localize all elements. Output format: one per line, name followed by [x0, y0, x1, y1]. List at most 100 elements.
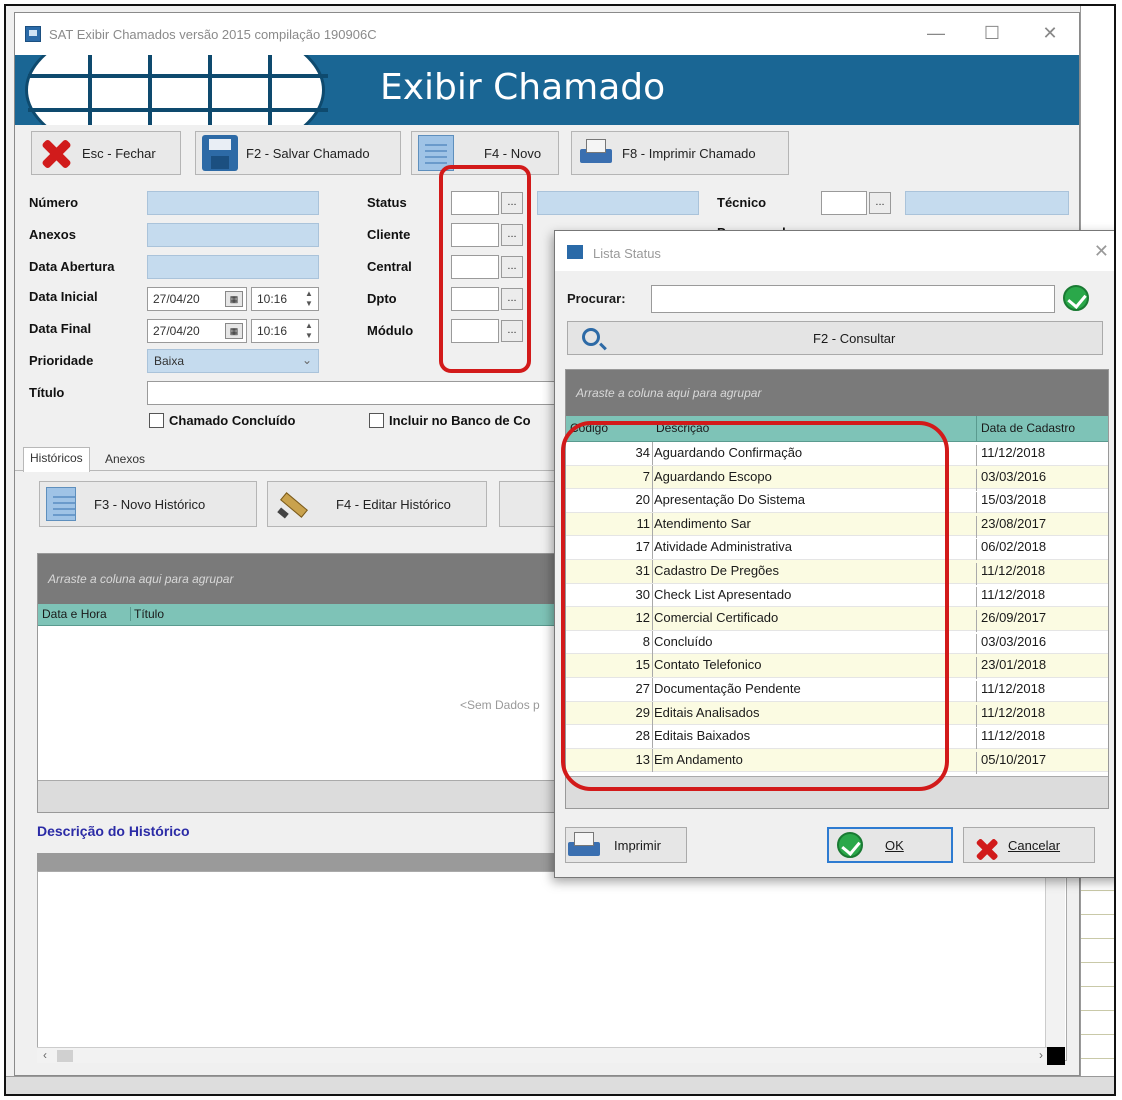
maximize-button[interactable]: ☐ — [977, 23, 1007, 44]
printer-icon — [578, 135, 614, 171]
close-window-button[interactable]: ✕ — [1035, 23, 1065, 44]
status-description-field — [537, 191, 699, 215]
status-date: 11/12/2018 — [976, 445, 1045, 467]
search-icon — [582, 328, 600, 346]
app-icon — [567, 245, 583, 259]
numero-label: Número — [29, 195, 79, 210]
background-grid-line — [1081, 1058, 1114, 1059]
col-title[interactable]: Título — [130, 607, 164, 621]
ok-button[interactable]: OK — [827, 827, 953, 863]
globe-logo-icon — [25, 55, 328, 125]
modulo-label: Módulo — [367, 323, 414, 338]
data-final-label: Data Final — [29, 321, 92, 336]
edit-history-label: F4 - Editar Histórico — [336, 496, 451, 512]
chamado-concluido-label: Chamado Concluído — [169, 413, 296, 428]
print-list-label: Imprimir — [614, 837, 661, 853]
status-date: 26/09/2017 — [976, 610, 1046, 633]
horizontal-scrollbar[interactable]: ‹ › — [37, 1047, 1049, 1063]
consult-button[interactable]: F2 - Consultar — [567, 321, 1103, 355]
status-date: 23/01/2018 — [976, 657, 1046, 680]
search-label: Procurar: — [567, 291, 626, 306]
cliente-label: Cliente — [367, 227, 411, 242]
calendar-icon[interactable]: ▦ — [225, 323, 243, 339]
print-button-label: F8 - Imprimir Chamado — [622, 145, 756, 161]
chamado-concluido-checkbox[interactable] — [149, 413, 164, 428]
anexos-field[interactable] — [147, 223, 319, 247]
chevron-right-icon: › — [1039, 1048, 1043, 1062]
close-x-icon — [38, 135, 74, 171]
col-datetime[interactable]: Data e Hora — [42, 607, 107, 621]
empty-message: <Sem Dados p — [460, 698, 540, 712]
status-label: Status — [367, 195, 407, 210]
background-grid-line — [1081, 938, 1114, 939]
status-date: 11/12/2018 — [976, 728, 1045, 751]
highlight-status-list — [561, 421, 949, 791]
status-date: 15/03/2018 — [976, 492, 1046, 515]
status-date: 11/12/2018 — [976, 562, 1045, 585]
spinner-icon[interactable]: ▲ ▼ — [303, 289, 315, 309]
anexos-label: Anexos — [29, 227, 76, 242]
data-abertura-field[interactable] — [147, 255, 319, 279]
background-grid-line — [1081, 890, 1114, 891]
cancel-button-label: Cancelar — [1008, 837, 1061, 853]
cancel-button[interactable]: Cancelar — [963, 827, 1095, 863]
tab-historicos[interactable]: Históricos — [23, 447, 90, 472]
history-extra-button[interactable] — [499, 481, 559, 527]
new-history-label: F3 - Novo Histórico — [94, 496, 206, 512]
prioridade-select[interactable]: Baixa ⌄ — [147, 349, 319, 373]
save-button[interactable]: F2 - Salvar Chamado — [195, 131, 401, 175]
consult-button-label: F2 - Consultar — [813, 331, 896, 346]
central-label: Central — [367, 259, 412, 274]
minimize-button[interactable]: — — [921, 23, 951, 44]
highlight-lookup-buttons — [439, 165, 531, 373]
dialog-title: Lista Status — [593, 246, 661, 261]
group-by-bar[interactable]: Arraste a coluna aqui para agrupar — [38, 554, 560, 604]
incluir-banco-checkbox[interactable] — [369, 413, 384, 428]
printer-icon — [574, 832, 600, 858]
app-icon — [25, 26, 41, 42]
group-by-bar[interactable]: Arraste a coluna aqui para agrupar — [566, 370, 1108, 416]
edit-pencil-icon — [274, 486, 310, 522]
background-grid-line — [1081, 986, 1114, 987]
edit-history-button[interactable]: F4 - Editar Histórico — [267, 481, 487, 527]
tab-anexos[interactable]: Anexos — [99, 449, 151, 469]
status-date: 23/08/2017 — [976, 515, 1046, 538]
save-disk-icon — [202, 135, 238, 171]
status-date: 03/03/2016 — [976, 633, 1046, 656]
search-confirm-icon[interactable] — [1063, 285, 1089, 311]
tecnico-code-input[interactable] — [821, 191, 867, 215]
background-grid-line — [1081, 962, 1114, 963]
spinner-icon[interactable]: ▲ ▼ — [303, 321, 315, 341]
cancel-x-icon — [973, 835, 993, 855]
search-input[interactable] — [651, 285, 1055, 313]
tecnico-description-field — [905, 191, 1069, 215]
status-date: 05/10/2017 — [976, 751, 1046, 774]
tecnico-lookup-button[interactable]: ... — [869, 192, 891, 214]
numero-field[interactable] — [147, 191, 319, 215]
ok-button-label: OK — [885, 837, 904, 853]
titulo-input[interactable] — [147, 381, 567, 405]
col-date[interactable]: Data de Cadastro — [976, 416, 1075, 442]
new-history-button[interactable]: F3 - Novo Histórico — [39, 481, 257, 527]
corner-square — [1047, 1047, 1065, 1065]
vertical-scrollbar[interactable]: ⌄ — [1045, 873, 1065, 1059]
page-title: Exibir Chamado — [380, 67, 666, 108]
close-button-label: Esc - Fechar — [82, 145, 156, 161]
lista-status-dialog: Lista Status ✕ Procurar: F2 - Consultar … — [554, 230, 1114, 878]
close-button[interactable]: Esc - Fechar — [31, 131, 181, 175]
status-date: 11/12/2018 — [976, 680, 1045, 703]
history-description-editor[interactable] — [37, 871, 1067, 1061]
print-list-button[interactable]: Imprimir — [565, 827, 687, 863]
print-button[interactable]: F8 - Imprimir Chamado — [571, 131, 789, 175]
history-grid-header: Data e Hora Título — [38, 604, 560, 626]
dpto-label: Dpto — [367, 291, 397, 306]
titulo-label: Título — [29, 385, 65, 400]
calendar-icon[interactable]: ▦ — [225, 291, 243, 307]
window-title: SAT Exibir Chamados versão 2015 compilaç… — [49, 27, 377, 42]
data-inicial-label: Data Inicial — [29, 289, 98, 304]
tecnico-label: Técnico — [717, 195, 767, 210]
dialog-close-icon[interactable]: ✕ — [1094, 241, 1109, 262]
toolbar: Esc - Fechar F2 - Salvar Chamado F4 - No… — [15, 125, 1079, 181]
ok-check-icon — [837, 832, 863, 858]
new-button-label: F4 - Novo — [484, 145, 542, 161]
